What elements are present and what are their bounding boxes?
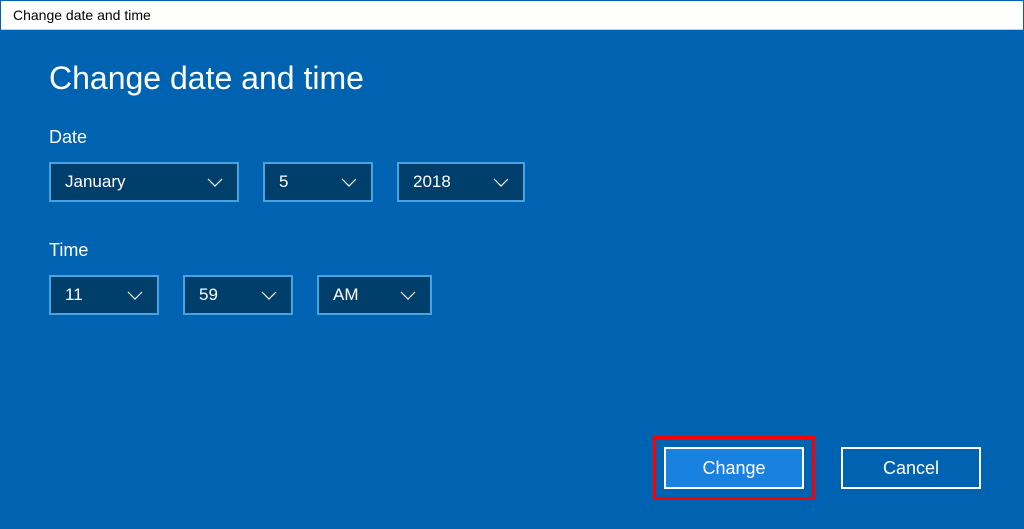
change-date-time-dialog: Change date and time Change date and tim… — [0, 0, 1024, 529]
ampm-select[interactable]: AM — [317, 275, 432, 315]
month-select[interactable]: January — [49, 162, 239, 202]
time-section: Time 11 59 AM — [49, 240, 975, 315]
day-select[interactable]: 5 — [263, 162, 373, 202]
chevron-down-icon — [259, 285, 279, 305]
change-button[interactable]: Change — [664, 447, 804, 489]
date-section: Date January 5 2018 — [49, 127, 975, 202]
dialog-buttons: Change Cancel — [653, 436, 981, 500]
highlight-annotation: Change — [653, 436, 815, 500]
hour-select[interactable]: 11 — [49, 275, 159, 315]
day-value: 5 — [279, 172, 288, 192]
time-controls: 11 59 AM — [49, 275, 975, 315]
date-label: Date — [49, 127, 975, 148]
minute-value: 59 — [199, 285, 218, 305]
date-controls: January 5 2018 — [49, 162, 975, 202]
window-titlebar: Change date and time — [1, 1, 1023, 30]
month-value: January — [65, 172, 125, 192]
cancel-button[interactable]: Cancel — [841, 447, 981, 489]
ampm-value: AM — [333, 285, 359, 305]
page-heading: Change date and time — [49, 60, 975, 97]
chevron-down-icon — [339, 172, 359, 192]
chevron-down-icon — [125, 285, 145, 305]
window-title: Change date and time — [13, 7, 151, 23]
chevron-down-icon — [398, 285, 418, 305]
chevron-down-icon — [491, 172, 511, 192]
time-label: Time — [49, 240, 975, 261]
dialog-content: Change date and time Date January 5 — [1, 30, 1023, 528]
year-value: 2018 — [413, 172, 451, 192]
minute-select[interactable]: 59 — [183, 275, 293, 315]
hour-value: 11 — [65, 285, 83, 305]
chevron-down-icon — [205, 172, 225, 192]
year-select[interactable]: 2018 — [397, 162, 525, 202]
